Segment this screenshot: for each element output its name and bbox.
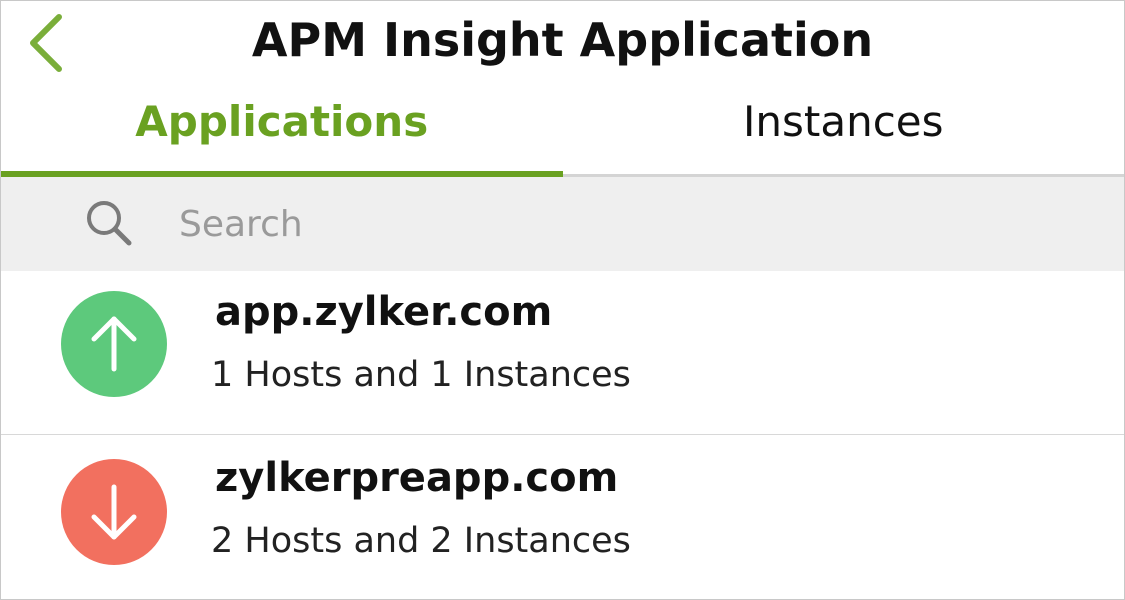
- list-item-zylkerpreapp[interactable]: zylkerpreapp.com 2 Hosts and 2 Instances: [1, 435, 1124, 599]
- app-summary: 1 Hosts and 1 Instances: [211, 355, 631, 395]
- search-bar: [1, 177, 1124, 271]
- app-name: zylkerpreapp.com: [215, 455, 619, 501]
- arrow-down-icon: [91, 484, 137, 540]
- tab-bar: Applications Instances: [1, 85, 1124, 177]
- search-input[interactable]: [179, 195, 1059, 253]
- page-title: APM Insight Application: [251, 13, 874, 67]
- status-up-badge: [61, 291, 167, 397]
- app-name: app.zylker.com: [215, 289, 553, 335]
- tab-applications[interactable]: Applications: [1, 85, 563, 177]
- application-list: app.zylker.com 1 Hosts and 1 Instances z…: [1, 271, 1124, 599]
- arrow-up-icon: [91, 316, 137, 372]
- app-summary: 2 Hosts and 2 Instances: [211, 521, 631, 561]
- list-item-app-zylker[interactable]: app.zylker.com 1 Hosts and 1 Instances: [1, 271, 1124, 435]
- tab-instances[interactable]: Instances: [563, 85, 1125, 174]
- app-window: APM Insight Application Applications Ins…: [0, 0, 1125, 600]
- status-down-badge: [61, 459, 167, 565]
- search-icon: [87, 201, 132, 246]
- header: APM Insight Application: [1, 1, 1124, 85]
